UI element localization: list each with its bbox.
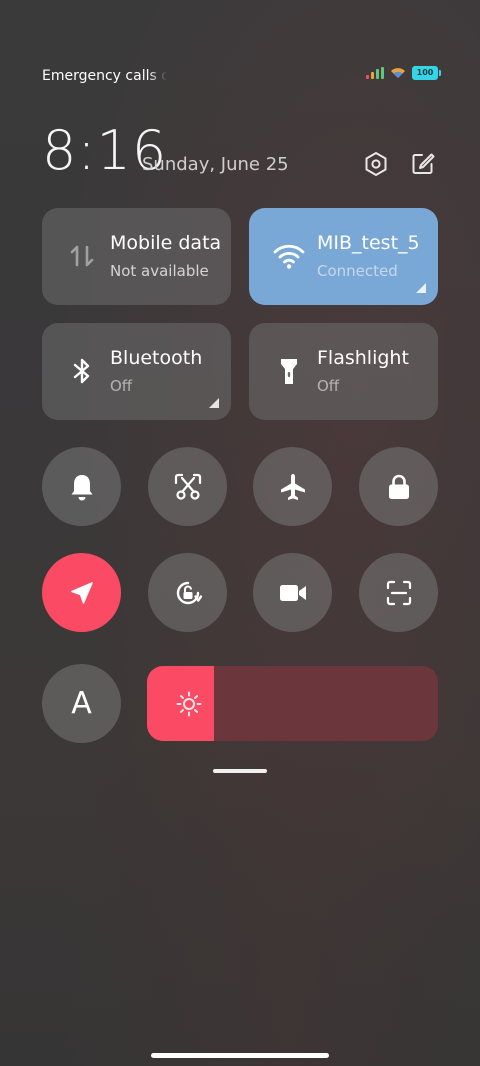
screenshot-toggle[interactable]	[148, 447, 227, 526]
screen-recorder-toggle[interactable]	[253, 553, 332, 632]
lock-icon	[388, 474, 409, 499]
navigation-gesture-bar[interactable]	[151, 1053, 329, 1058]
scanner-toggle[interactable]	[359, 553, 438, 632]
brightness-slider[interactable]	[147, 666, 438, 741]
scan-frame-icon	[386, 580, 411, 605]
wifi-icon	[273, 240, 305, 272]
mobile-data-tile[interactable]: Mobile data Not available	[42, 208, 231, 305]
carrier-text: Emergency calls o	[42, 68, 167, 84]
location-arrow-icon	[70, 581, 93, 604]
signal-strength-icon	[366, 67, 384, 79]
status-bar: Emergency calls o 100	[0, 0, 480, 110]
wifi-network-name: MIB_test_5	[317, 232, 420, 254]
flashlight-tile[interactable]: Flashlight Off	[249, 323, 438, 420]
wifi-status-icon	[391, 68, 405, 78]
screenshot-scissors-icon	[174, 473, 201, 500]
expand-corner-icon[interactable]	[209, 398, 219, 408]
bell-icon	[71, 474, 92, 500]
sound-toggle[interactable]	[42, 447, 121, 526]
wifi-status: Connected	[317, 262, 398, 280]
flashlight-icon	[273, 355, 305, 387]
edit-pencil-icon	[412, 153, 435, 174]
settings-hexagon-icon	[365, 152, 387, 176]
bluetooth-tile[interactable]: Bluetooth Off	[42, 323, 231, 420]
rotation-lock-toggle[interactable]	[148, 553, 227, 632]
status-icons: 100	[366, 66, 441, 80]
flashlight-status: Off	[317, 377, 340, 395]
screen-lock-toggle[interactable]	[359, 447, 438, 526]
expand-corner-icon[interactable]	[416, 283, 426, 293]
battery-icon: 100	[412, 66, 441, 80]
bluetooth-status: Off	[110, 377, 133, 395]
mobile-data-status: Not available	[110, 262, 209, 280]
settings-button[interactable]	[362, 150, 390, 178]
font-size-toggle[interactable]: A	[42, 664, 121, 743]
location-toggle[interactable]	[42, 553, 121, 632]
mobile-data-arrows-icon	[66, 240, 98, 272]
video-camera-icon	[279, 584, 306, 601]
airplane-icon	[280, 473, 305, 500]
sun-icon	[176, 691, 202, 717]
panel-drag-handle[interactable]	[213, 769, 267, 773]
bluetooth-title: Bluetooth	[110, 347, 203, 369]
date[interactable]: Sunday, June 25	[142, 154, 289, 175]
flashlight-title: Flashlight	[317, 347, 409, 369]
edit-button[interactable]	[409, 150, 437, 178]
wifi-tile[interactable]: MIB_test_5 Connected	[249, 208, 438, 305]
bluetooth-icon	[66, 355, 98, 387]
airplane-mode-toggle[interactable]	[253, 447, 332, 526]
rotation-lock-icon	[176, 581, 202, 604]
font-letter: A	[71, 686, 92, 721]
mobile-data-title: Mobile data	[110, 232, 222, 254]
